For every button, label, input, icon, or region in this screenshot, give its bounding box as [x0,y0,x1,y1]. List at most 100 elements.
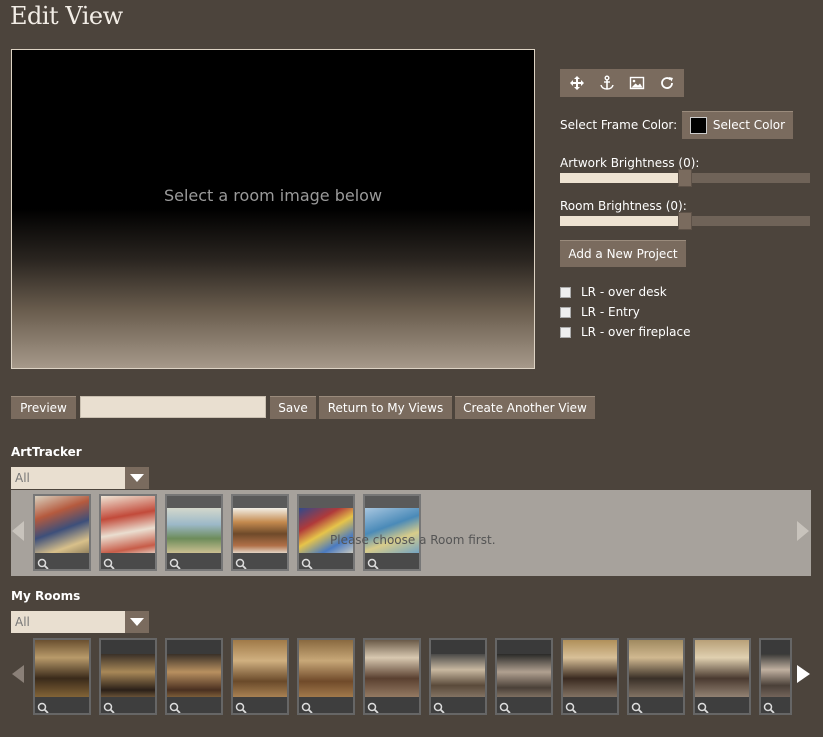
canvas-placeholder: Select a room image below [163,186,383,205]
move-icon[interactable] [566,72,588,94]
project-item[interactable]: LR - Entry [560,305,640,319]
add-project-button[interactable]: Add a New Project [560,240,686,267]
room-thumbnail[interactable] [429,638,487,715]
arttracker-heading: ArtTracker [11,445,82,459]
artwork-brightness-fill [560,173,685,183]
arttracker-empty-message: Please choose a Room first. [330,533,496,547]
preview-button[interactable]: Preview [11,396,76,419]
zoom-icon[interactable] [37,699,49,713]
chevron-down-icon[interactable] [125,467,149,489]
room-image [431,654,485,699]
view-name-input[interactable] [80,396,266,418]
zoom-icon[interactable] [763,699,775,713]
zoom-icon[interactable] [631,699,643,713]
rooms-prev-icon[interactable] [12,665,24,683]
room-image [761,654,790,699]
room-thumbnail[interactable] [99,638,157,715]
zoom-icon[interactable] [169,699,181,713]
project-item[interactable]: LR - over desk [560,285,667,299]
return-to-my-views-button[interactable]: Return to My Views [319,396,452,419]
artwork-thumbnail[interactable] [231,494,289,571]
artwork-image [299,508,353,555]
room-thumbnail[interactable] [759,638,792,715]
room-thumbnail[interactable] [561,638,619,715]
project-label: LR - over fireplace [581,325,691,339]
arttracker-prev-icon[interactable] [12,521,24,541]
artwork-thumbnail[interactable] [165,494,223,571]
artwork-image [233,508,287,555]
zoom-icon[interactable] [697,699,709,713]
project-item[interactable]: LR - over fireplace [560,325,690,339]
zoom-icon[interactable] [103,555,115,569]
artwork-brightness-slider[interactable] [560,169,810,187]
select-color-button[interactable]: Select Color [682,111,793,139]
room-thumbnail[interactable] [33,638,91,715]
room-image [629,640,683,699]
room-thumbnail[interactable] [363,638,421,715]
arttracker-filter-select[interactable]: All [11,467,149,489]
refresh-icon[interactable] [656,72,678,94]
artwork-image [167,508,221,555]
room-image [167,654,221,699]
room-image [365,640,419,699]
edit-toolbar [560,69,684,97]
save-button[interactable]: Save [270,396,316,419]
artwork-image [35,496,89,555]
artwork-image [101,496,155,555]
select-color-label: Select Color [712,118,786,132]
project-checkbox[interactable] [560,286,571,298]
zoom-icon[interactable] [103,699,115,713]
create-another-view-button[interactable]: Create Another View [455,396,595,419]
zoom-icon[interactable] [235,699,247,713]
zoom-icon[interactable] [367,555,379,569]
room-image [35,640,89,699]
room-image [695,640,749,699]
zoom-icon[interactable] [433,699,445,713]
arttracker-next-icon[interactable] [797,521,809,541]
zoom-icon[interactable] [301,699,313,713]
my-rooms-heading: My Rooms [11,589,81,603]
arttracker-filter-value: All [15,471,30,485]
room-thumbnail[interactable] [495,638,553,715]
frame-color-swatch [689,116,707,134]
room-thumbnail[interactable] [627,638,685,715]
project-checkbox[interactable] [560,306,571,318]
room-image [299,640,353,699]
room-brightness-fill [560,216,685,226]
room-image [563,640,617,699]
zoom-icon[interactable] [367,699,379,713]
artwork-thumbnail[interactable] [33,494,91,571]
room-brightness-handle[interactable] [678,212,692,230]
room-brightness-slider[interactable] [560,212,810,230]
zoom-icon[interactable] [169,555,181,569]
frame-color-label: Select Frame Color: [560,118,678,132]
zoom-icon[interactable] [235,555,247,569]
chevron-down-icon[interactable] [125,611,149,633]
room-thumbnail[interactable] [231,638,289,715]
artwork-brightness-handle[interactable] [678,169,692,187]
zoom-icon[interactable] [499,699,511,713]
page-title: Edit View [10,2,123,30]
project-label: LR - over desk [581,285,667,299]
rooms-filter-value: All [15,615,30,629]
zoom-icon[interactable] [565,699,577,713]
zoom-icon[interactable] [37,555,49,569]
room-brightness-label: Room Brightness (0): [560,199,687,213]
zoom-icon[interactable] [301,555,313,569]
artwork-image [365,508,419,555]
project-label: LR - Entry [581,305,640,319]
image-icon[interactable] [626,72,648,94]
artwork-brightness-label: Artwork Brightness (0): [560,156,700,170]
rooms-next-icon[interactable] [797,665,810,683]
artwork-thumbnail[interactable] [99,494,157,571]
room-thumbnail[interactable] [165,638,223,715]
room-thumbnail[interactable] [693,638,751,715]
room-preview-canvas: Select a room image below [11,49,535,369]
room-image [497,654,551,699]
rooms-filter-select[interactable]: All [11,611,149,633]
anchor-icon[interactable] [596,72,618,94]
project-checkbox[interactable] [560,326,571,338]
room-thumbnail[interactable] [297,638,355,715]
room-image [233,640,287,699]
room-image [101,654,155,699]
